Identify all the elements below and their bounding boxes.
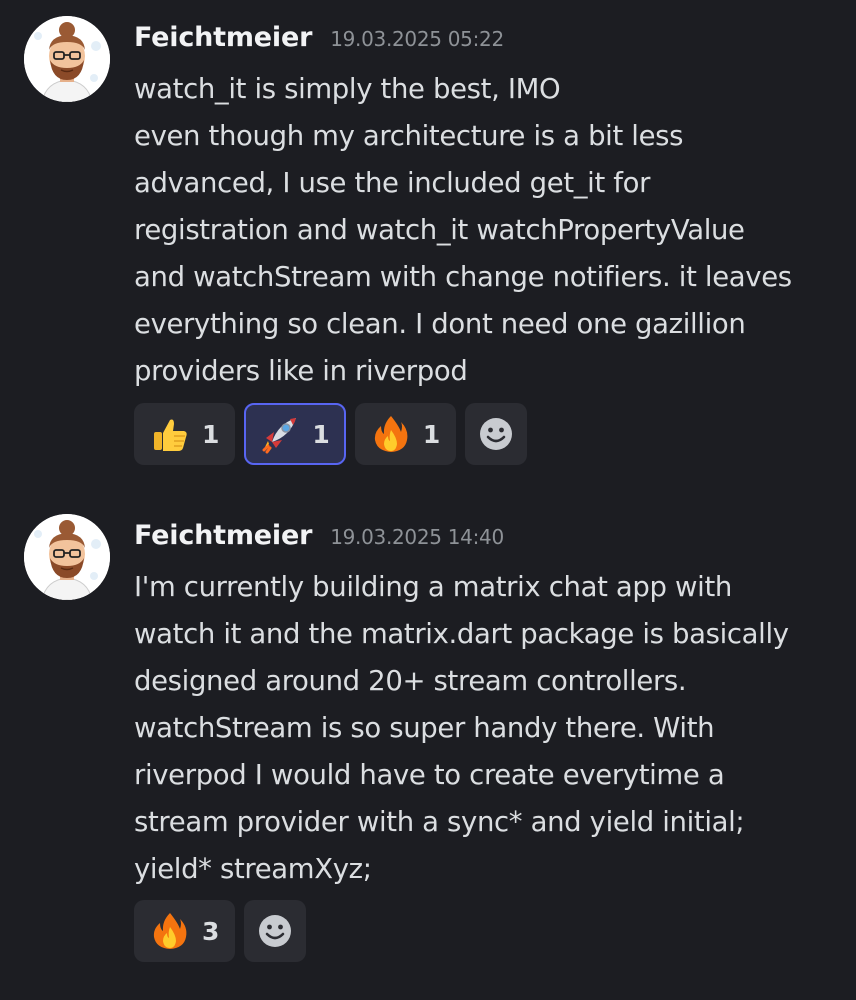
message-header: Feichtmeier 19.03.2025 14:40 bbox=[134, 520, 504, 551]
message-line: watch_it is simply the best, IMO bbox=[134, 73, 561, 105]
username[interactable]: Feichtmeier bbox=[134, 520, 312, 551]
reaction-count: 1 bbox=[202, 419, 220, 449]
thumbs-up-icon bbox=[150, 414, 190, 454]
chat-log: Feichtmeier 19.03.2025 05:22 watch_it is… bbox=[0, 0, 856, 1000]
reaction-fire[interactable]: 1 bbox=[354, 403, 457, 465]
message-line: everything so clean. I dont need one gaz… bbox=[134, 308, 746, 340]
timestamp: 19.03.2025 05:22 bbox=[330, 27, 504, 51]
message-line: even though my architecture is a bit les… bbox=[134, 120, 684, 152]
reaction-fire[interactable]: 3 bbox=[134, 900, 236, 962]
message-line: advanced, I use the included get_it for bbox=[134, 167, 651, 199]
add-reaction-button[interactable] bbox=[465, 403, 528, 465]
message-line: riverpod I would have to create everytim… bbox=[134, 759, 725, 791]
avatar[interactable] bbox=[24, 16, 110, 102]
message-header: Feichtmeier 19.03.2025 05:22 bbox=[134, 22, 504, 53]
avatar[interactable] bbox=[24, 514, 110, 600]
message-line: providers like in riverpod bbox=[134, 355, 468, 387]
message-line: yield* streamXyz; bbox=[134, 853, 372, 885]
message-line: and watchStream with change notifiers. i… bbox=[134, 261, 792, 293]
message-content: watch_it is simply the best, IMO even th… bbox=[134, 66, 846, 395]
avatar-illustration bbox=[24, 16, 110, 102]
reaction-count: 3 bbox=[202, 916, 220, 946]
fire-icon bbox=[371, 414, 411, 454]
reaction-rocket[interactable]: 1 bbox=[244, 403, 346, 465]
rocket-icon bbox=[260, 414, 300, 454]
message-line: registration and watch_it watchPropertyV… bbox=[134, 214, 745, 246]
smiley-icon bbox=[259, 915, 292, 947]
smiley-icon bbox=[480, 418, 513, 450]
reaction-thumbs-up[interactable]: 1 bbox=[134, 403, 236, 465]
message-line: designed around 20+ stream controllers. bbox=[134, 665, 687, 697]
reaction-bar: 1 1 1 bbox=[134, 403, 528, 465]
message-line: watch it and the matrix.dart package is … bbox=[134, 618, 789, 650]
reaction-bar: 3 bbox=[134, 900, 307, 962]
message-line: stream provider with a sync* and yield i… bbox=[134, 806, 745, 838]
avatar-illustration bbox=[24, 514, 110, 600]
username[interactable]: Feichtmeier bbox=[134, 22, 312, 53]
reaction-count: 1 bbox=[312, 419, 330, 449]
message-content: I'm currently building a matrix chat app… bbox=[134, 564, 846, 893]
reaction-count: 1 bbox=[422, 419, 441, 449]
add-reaction-button[interactable] bbox=[244, 900, 307, 962]
fire-icon bbox=[150, 911, 190, 951]
message-line: I'm currently building a matrix chat app… bbox=[134, 571, 732, 603]
timestamp: 19.03.2025 14:40 bbox=[330, 525, 504, 549]
message-line: watchStream is so super handy there. Wit… bbox=[134, 712, 715, 744]
